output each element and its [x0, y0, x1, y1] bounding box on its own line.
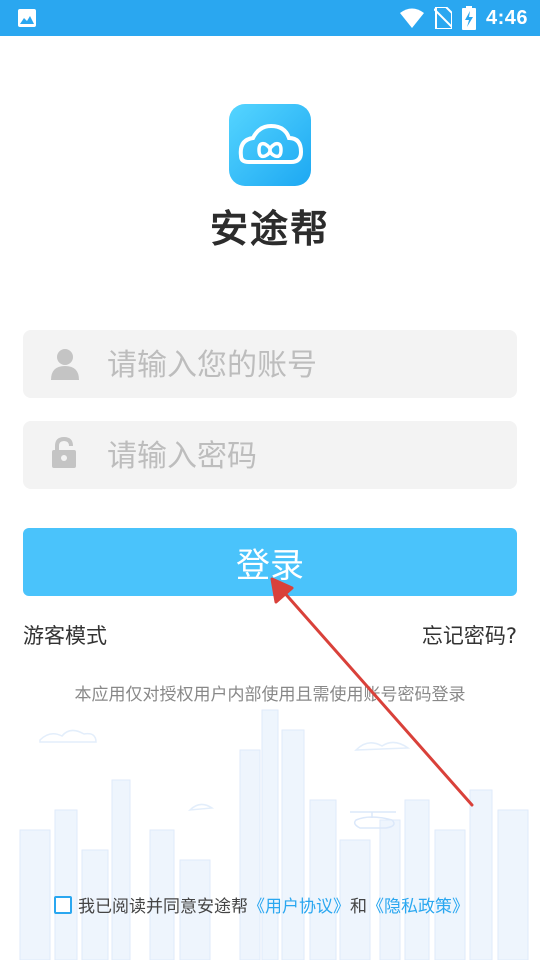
battery-charging-icon: [461, 6, 476, 30]
forgot-password-link[interactable]: 忘记密码?: [422, 620, 517, 650]
privacy-policy-link[interactable]: 《隐私政策》: [367, 892, 469, 917]
agreement-and: 和: [350, 897, 367, 917]
no-sim-icon: [433, 7, 452, 29]
image-notification-icon: [18, 9, 36, 27]
login-button[interactable]: 登录: [23, 528, 517, 596]
agreement-row: 我已阅读并同意安途帮 《用户协议》 和 《隐私政策》: [54, 892, 469, 917]
user-icon: [51, 349, 79, 380]
user-agreement-link[interactable]: 《用户协议》: [248, 892, 350, 917]
agreement-prefix: 我已阅读并同意安途帮: [78, 897, 248, 917]
account-input[interactable]: [105, 330, 499, 400]
status-bar: 4:46: [0, 0, 540, 36]
status-time: 4:46: [485, 6, 528, 29]
account-field[interactable]: [23, 330, 517, 400]
guest-mode-link[interactable]: 游客模式: [23, 620, 107, 650]
city-skyline-background: [19, 709, 529, 960]
app-name: 安途帮: [209, 207, 330, 251]
password-field[interactable]: [23, 421, 517, 491]
app-logo: [229, 104, 311, 186]
lock-icon: [52, 437, 76, 468]
agreement-checkbox[interactable]: [54, 895, 72, 914]
car-logo-icon: [238, 123, 304, 164]
password-input[interactable]: [105, 421, 499, 491]
wifi-icon: [399, 8, 424, 28]
